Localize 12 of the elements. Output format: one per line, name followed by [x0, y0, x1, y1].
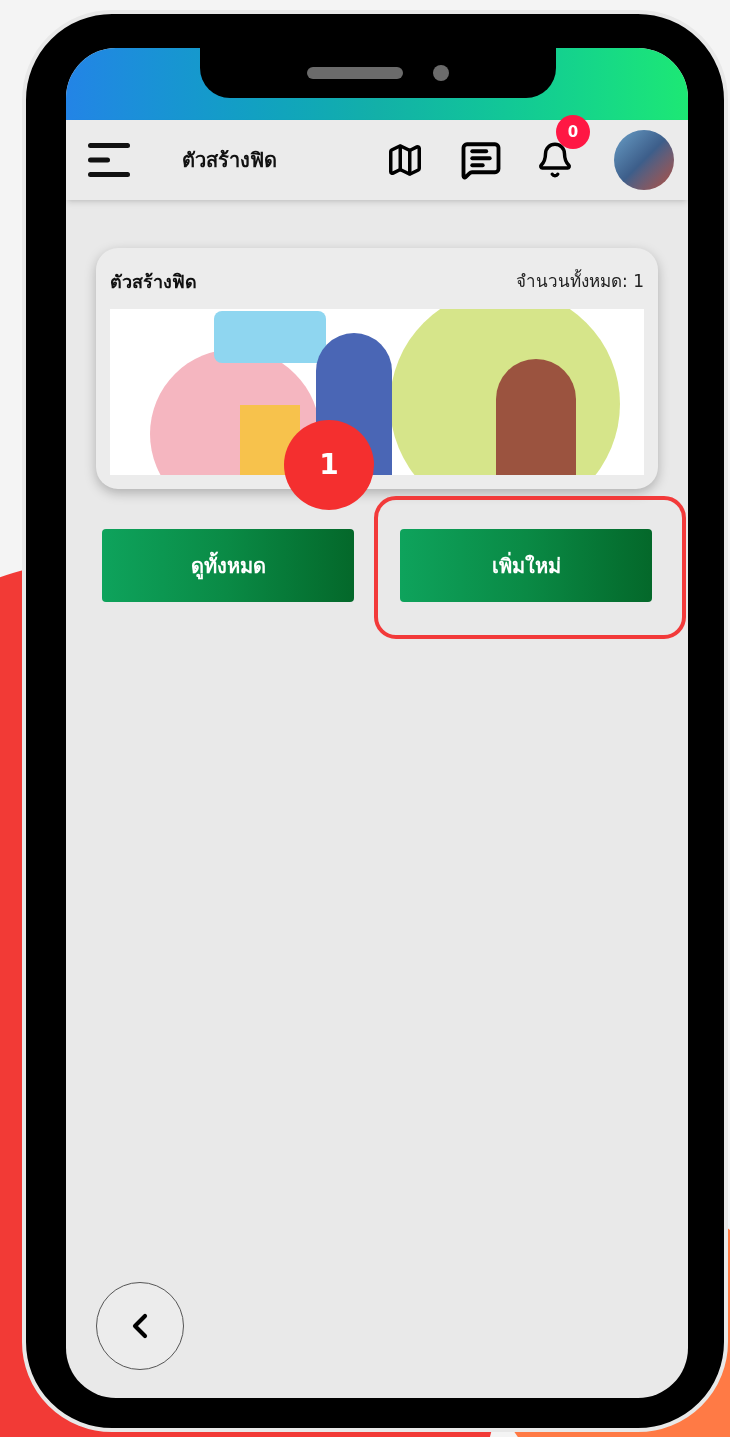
action-button[interactable]: ดูทั้งหมด	[102, 529, 354, 602]
header-title: ตัวสร้างฟิด	[182, 147, 277, 174]
total-count: จำนวนทั้งหมด: 1	[516, 268, 644, 293]
menu-icon[interactable]	[88, 143, 130, 177]
card-title: ตัวสร้างฟิด	[110, 270, 197, 294]
notification-count: 0	[556, 115, 590, 149]
step-badge: 1	[284, 420, 374, 510]
avatar[interactable]	[614, 130, 674, 190]
map-icon[interactable]	[386, 141, 424, 179]
action-button[interactable]: เพิ่มใหม่	[400, 529, 652, 602]
notification-icon[interactable]	[536, 141, 574, 179]
message-icon[interactable]	[460, 139, 502, 181]
